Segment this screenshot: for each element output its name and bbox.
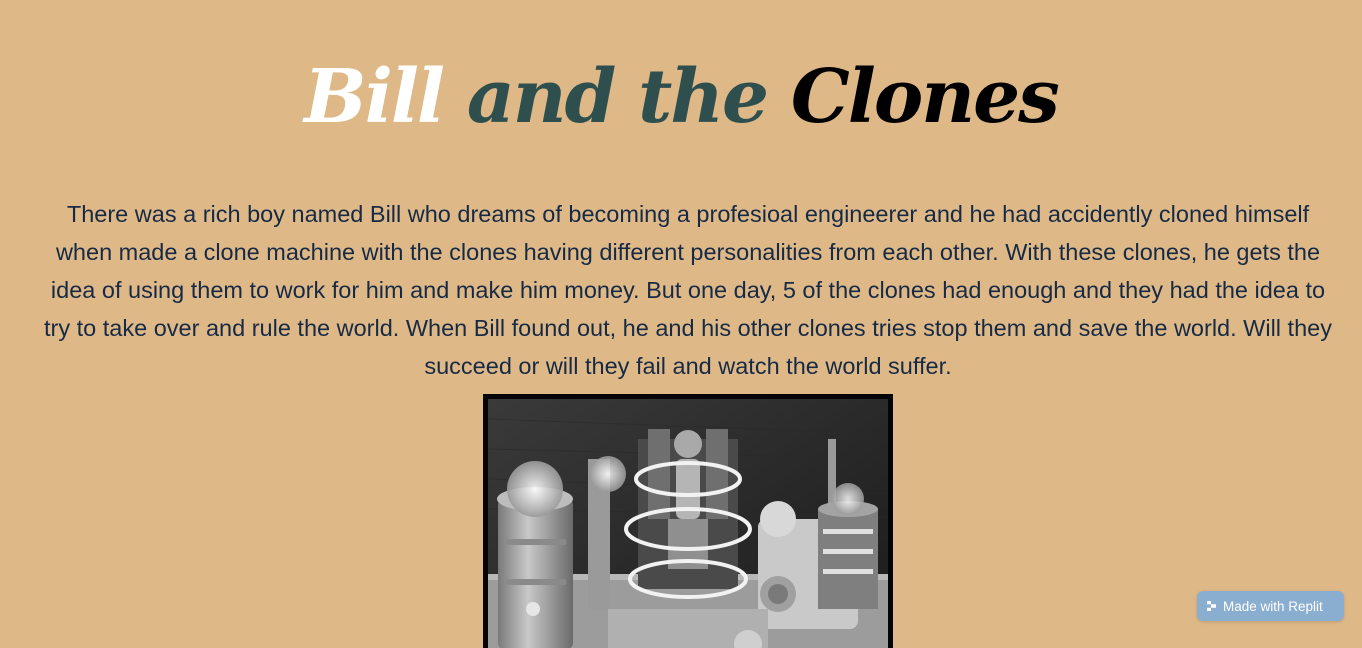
title-and-the: and the xyxy=(466,54,769,140)
title-bill: Bill xyxy=(304,54,445,140)
made-with-replit-label: Made with Replit xyxy=(1223,598,1323,614)
made-with-replit-badge[interactable]: Made with Replit xyxy=(1197,591,1344,621)
page-title: Bill and the Clones xyxy=(0,52,1362,142)
clone-machine-image xyxy=(483,394,893,648)
page: Bill and the Clones There was a rich boy… xyxy=(0,0,1362,648)
story-paragraph: There was a rich boy named Bill who drea… xyxy=(44,201,1332,379)
replit-logo-icon xyxy=(1207,601,1216,611)
title-clones: Clones xyxy=(790,54,1060,140)
clone-machine-illustration xyxy=(488,399,888,648)
